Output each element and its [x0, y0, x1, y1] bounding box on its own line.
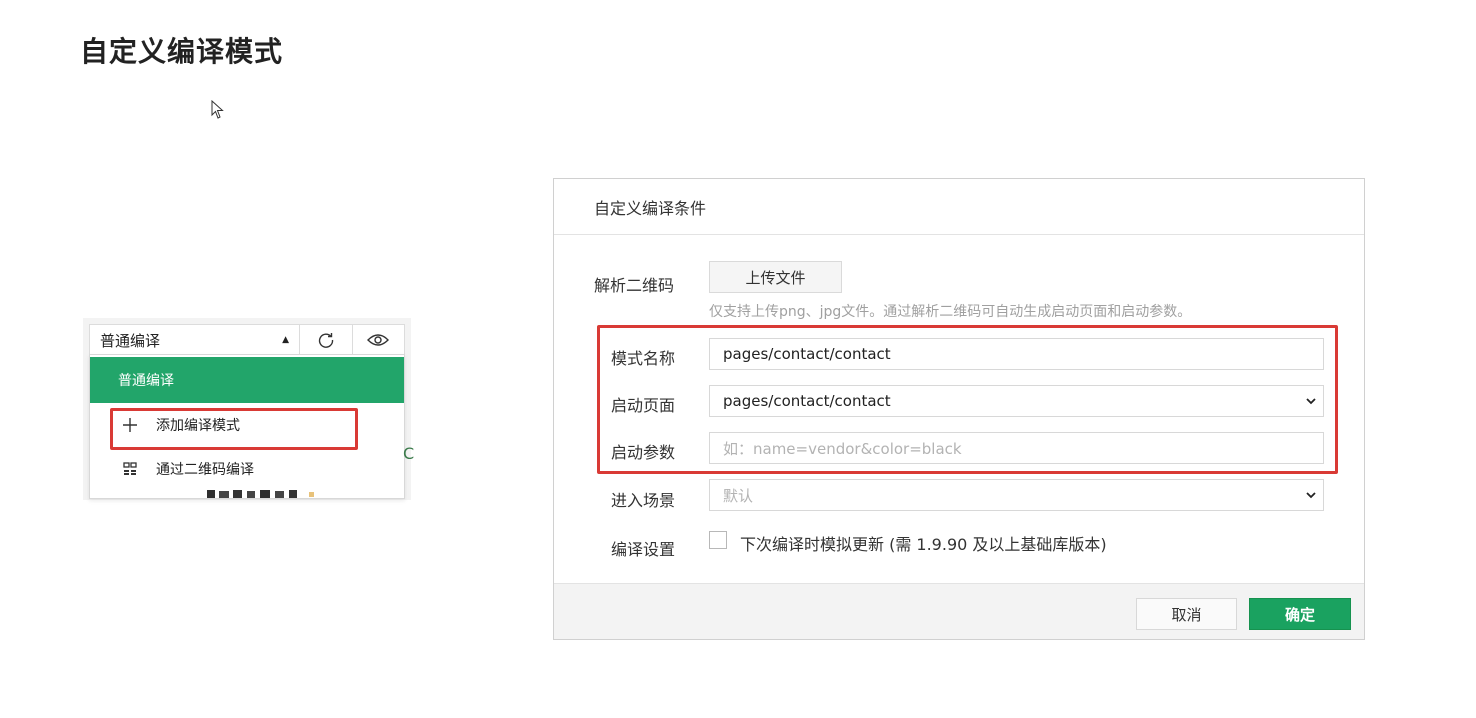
- scene-label: 进入场景: [611, 491, 676, 510]
- compile-mode-label: 普通编译: [100, 331, 161, 350]
- eye-icon: [367, 334, 390, 346]
- compile-settings-label: 编译设置: [611, 540, 676, 559]
- dialog-footer: [554, 583, 1364, 639]
- refresh-button[interactable]: [300, 325, 353, 355]
- highlight-box-fields: [597, 325, 1338, 474]
- qr-hint-text: 仅支持上传png、jpg文件。通过解析二维码可自动生成启动页面和启动参数。: [709, 304, 1192, 320]
- background-text-remnant: [207, 490, 314, 498]
- dropdown-item-label: 通过二维码编译: [156, 462, 254, 478]
- cancel-button[interactable]: 取消: [1136, 598, 1237, 630]
- qr-code-icon: [118, 462, 142, 476]
- page-title: 自定义编译模式: [80, 35, 284, 68]
- chevron-down-icon: [1306, 492, 1316, 499]
- compile-toolbar: 普通编译 ▲: [89, 324, 405, 356]
- dropdown-item-qr-compile[interactable]: 通过二维码编译: [90, 447, 404, 491]
- dialog-title: 自定义编译条件: [554, 179, 1364, 235]
- highlight-box-add-mode: [110, 408, 358, 450]
- upload-file-button[interactable]: 上传文件: [709, 261, 842, 293]
- mouse-cursor-icon: [211, 100, 224, 119]
- qr-parse-label: 解析二维码: [594, 276, 675, 295]
- simulate-update-label: 下次编译时模拟更新 (需 1.9.90 及以上基础库版本): [740, 535, 1107, 554]
- confirm-button[interactable]: 确定: [1249, 598, 1351, 630]
- caret-up-icon: ▲: [282, 335, 289, 345]
- dropdown-item-normal-compile[interactable]: 普通编译: [90, 357, 404, 403]
- simulate-update-checkbox[interactable]: [709, 531, 727, 549]
- scene-select[interactable]: 默认: [709, 479, 1324, 511]
- compile-mode-select[interactable]: 普通编译 ▲: [90, 325, 300, 355]
- scene-value: 默认: [723, 486, 754, 505]
- dropdown-item-label: 普通编译: [118, 373, 174, 389]
- preview-button[interactable]: [353, 325, 405, 355]
- background-text-fragment: C: [403, 444, 415, 463]
- refresh-icon: [318, 333, 333, 348]
